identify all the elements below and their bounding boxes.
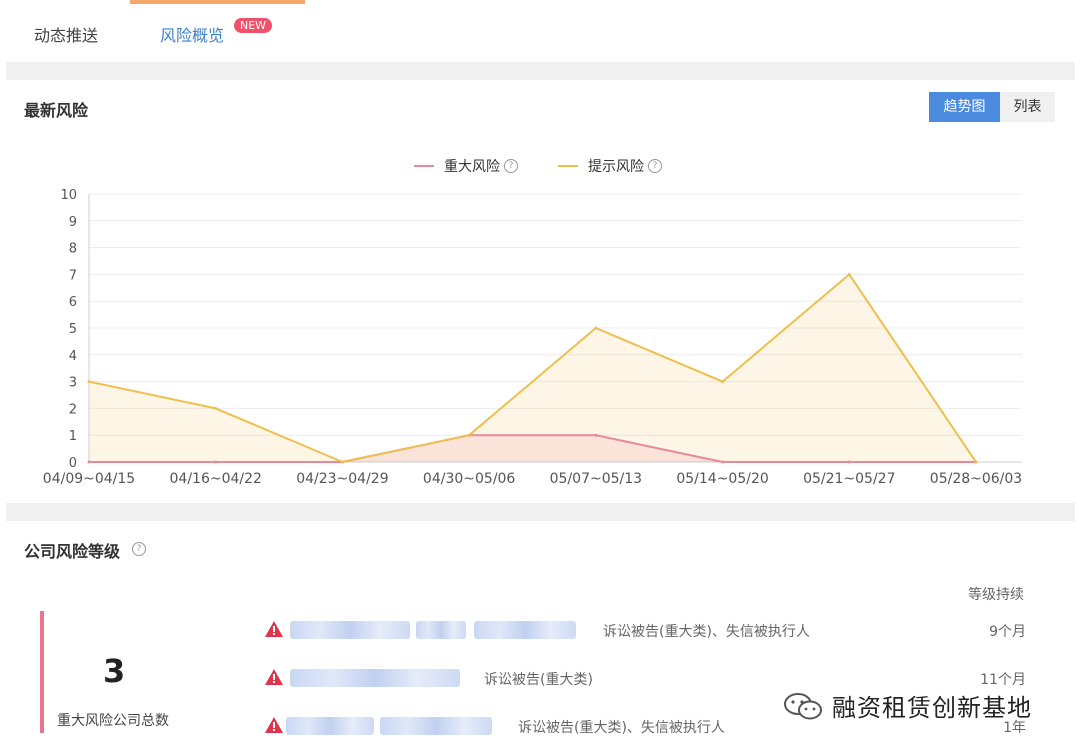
data-point: [847, 460, 851, 464]
risk-types: 诉讼被告(重大类)、失信被执行人: [518, 720, 725, 736]
tab-risk-overview[interactable]: 风险概览: [160, 22, 224, 46]
data-point: [721, 460, 725, 464]
duration-header: 等级持续: [968, 587, 1024, 603]
count-accent-bar: [40, 611, 44, 733]
legend-major-risk[interactable]: 重大风险 ?: [414, 156, 518, 176]
x-tick-label: 04/16~04/22: [170, 471, 262, 487]
new-badge: NEW: [234, 18, 273, 33]
company-risk-level-title: 公司风险等级: [24, 542, 121, 561]
warning-icon: [265, 621, 283, 637]
help-icon[interactable]: ?: [504, 159, 518, 173]
data-point: [214, 406, 218, 410]
company-row[interactable]: 诉讼被告(重大类)、失信被执行人 9个月: [264, 618, 1044, 642]
x-tick-label: 05/21~05/27: [803, 471, 895, 487]
y-tick-label: 5: [69, 322, 77, 337]
data-point: [87, 380, 91, 384]
y-tick-label: 4: [69, 349, 77, 364]
company-name-redacted: [474, 621, 576, 639]
data-point: [594, 433, 598, 437]
y-tick-label: 2: [69, 402, 77, 417]
data-point: [340, 460, 344, 464]
active-tab-indicator: [130, 0, 305, 4]
hint-risk-swatch: [558, 165, 578, 167]
data-point: [974, 460, 978, 464]
y-tick-label: 9: [69, 215, 77, 230]
x-tick-label: 04/23~04/29: [296, 471, 388, 487]
help-icon[interactable]: ?: [648, 159, 662, 173]
x-tick-label: 05/14~05/20: [676, 471, 768, 487]
warning-icon: [265, 717, 283, 733]
company-name-redacted: [290, 621, 410, 639]
company-name-redacted: [290, 669, 460, 687]
major-risk-swatch: [414, 165, 434, 167]
data-point: [847, 272, 851, 276]
watermark-text: 融资租赁创新基地: [832, 694, 1032, 722]
data-point: [721, 380, 725, 384]
y-axis-ticks: 0 1 2 3 4 5 6 7 8 9 10: [60, 188, 77, 471]
risk-duration: 11个月: [980, 672, 1026, 688]
risk-trend-chart: 0 1 2 3 4 5 6 7 8 9 10 04/09~04/15 04/16~04/22 04/23…: [43, 188, 1022, 487]
y-tick-label: 0: [69, 456, 77, 471]
trend-view-button[interactable]: 趋势图: [929, 92, 1000, 122]
y-tick-label: 3: [69, 376, 77, 391]
help-icon[interactable]: ?: [132, 542, 146, 556]
series-area: [89, 274, 976, 462]
warning-icon: [265, 669, 283, 685]
company-name-redacted: [380, 717, 492, 735]
y-tick-label: 7: [69, 268, 77, 283]
y-tick-label: 6: [69, 295, 77, 310]
y-tick-label: 8: [69, 242, 77, 257]
major-risk-count: 3: [103, 652, 126, 690]
latest-risk-title: 最新风险: [24, 101, 89, 120]
risk-duration: 9个月: [989, 624, 1026, 640]
view-toggle: 趋势图 列表: [929, 92, 1055, 122]
legend-hint-risk[interactable]: 提示风险 ?: [558, 156, 662, 176]
data-point: [467, 433, 471, 437]
list-view-button[interactable]: 列表: [1000, 92, 1055, 122]
company-name-redacted: [286, 717, 374, 735]
section-divider: [6, 62, 1075, 80]
section-divider: [6, 503, 1075, 521]
data-point: [214, 460, 218, 464]
x-axis-ticks: 04/09~04/15 04/16~04/22 04/23~04/29 04/30~0…: [43, 471, 1022, 487]
x-tick-label: 04/30~05/06: [423, 471, 516, 487]
y-tick-label: 1: [69, 429, 77, 444]
tab-dynamic-push[interactable]: 动态推送: [34, 22, 98, 46]
top-tabs: 动态推送 风险概览 NEW: [0, 0, 1080, 62]
company-row[interactable]: 诉讼被告(重大类) 11个月: [264, 666, 1044, 690]
legend-label: 重大风险: [444, 159, 500, 175]
risk-types: 诉讼被告(重大类)、失信被执行人: [603, 624, 810, 640]
risk-types: 诉讼被告(重大类): [484, 672, 593, 688]
company-name-redacted: [416, 621, 466, 639]
x-tick-label: 05/07~05/13: [550, 471, 642, 487]
chart-areas: [89, 274, 976, 462]
data-point: [594, 326, 598, 330]
legend-label: 提示风险: [588, 159, 644, 175]
data-point: [87, 460, 91, 464]
major-risk-count-label: 重大风险公司总数: [57, 713, 169, 729]
x-tick-label: 05/28~06/03: [930, 471, 1022, 487]
watermark: 融资租赁创新基地: [782, 688, 1032, 723]
wechat-icon: [784, 692, 822, 719]
x-tick-label: 04/09~04/15: [43, 471, 135, 487]
y-tick-label: 10: [60, 188, 77, 203]
